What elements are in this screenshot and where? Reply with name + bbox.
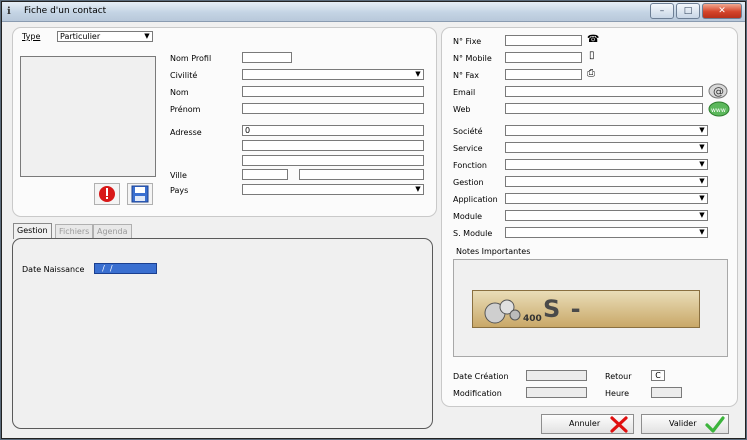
at-sign-icon[interactable]: @ (708, 83, 728, 99)
sous-module-select[interactable]: ▼ (505, 227, 708, 238)
web-label: Web (453, 105, 471, 114)
tab-agenda[interactable]: Agenda (93, 224, 132, 239)
green-check-icon (705, 416, 725, 433)
gestion-select[interactable]: ▼ (505, 176, 708, 187)
tab-gestion[interactable]: Gestion (13, 223, 52, 239)
title-bar[interactable]: ℹ Fiche d'un contact – □ ✕ (2, 2, 745, 22)
logo-swirl-icon (484, 299, 521, 324)
minimize-button[interactable]: – (650, 3, 674, 19)
code-postal-field[interactable] (242, 169, 288, 180)
save-button[interactable] (127, 183, 153, 205)
fixe-label: N° Fixe (453, 37, 482, 46)
ville-field[interactable] (299, 169, 424, 180)
application-select[interactable]: ▼ (505, 193, 708, 204)
nom-label: Nom (170, 88, 189, 97)
heure-label: Heure (605, 389, 630, 398)
civilite-select[interactable]: ▼ (242, 69, 424, 80)
chevron-down-icon: ▼ (415, 185, 421, 193)
logo-text: S - Contact (543, 295, 654, 327)
adresse-label: Adresse (170, 128, 202, 137)
prenom-label: Prénom (170, 105, 201, 114)
nom-field[interactable] (242, 86, 424, 97)
fonction-label: Fonction (453, 161, 488, 170)
chevron-down-icon: ▼ (699, 160, 705, 168)
societe-label: Société (453, 127, 483, 136)
societe-select[interactable]: ▼ (505, 125, 708, 136)
adresse-line-1[interactable]: 0 (242, 125, 424, 136)
validate-button[interactable]: Valider (641, 414, 729, 434)
civilite-label: Civilité (170, 71, 198, 80)
floppy-disk-icon (131, 185, 149, 203)
chevron-down-icon: ▼ (415, 70, 421, 78)
fax-label: N° Fax (453, 71, 480, 80)
chevron-down-icon: ▼ (699, 177, 705, 185)
svg-text:www: www (711, 107, 726, 114)
cancel-label: Annuler (569, 419, 601, 428)
notes-label: Notes Importantes (456, 247, 531, 256)
retour-label: Retour (605, 372, 632, 381)
mobile-phone-icon: ▯ (589, 50, 595, 61)
maximize-button[interactable]: □ (676, 3, 700, 19)
photo-frame[interactable] (20, 56, 156, 177)
close-button[interactable]: ✕ (702, 3, 742, 19)
application-label: Application (453, 195, 498, 204)
mobile-label: N° Mobile (453, 54, 492, 63)
gestion-label: Gestion (453, 178, 484, 187)
validate-label: Valider (669, 419, 697, 428)
red-x-icon (610, 416, 628, 433)
service-select[interactable]: ▼ (505, 142, 708, 153)
www-icon[interactable]: www (708, 101, 730, 117)
contact-window: ℹ Fiche d'un contact – □ ✕ Type Particul… (0, 0, 747, 440)
type-label: Type (22, 32, 41, 41)
s-contact-logo: 400 S - Contact (472, 290, 700, 328)
logo-sub-text: 400 (523, 314, 542, 324)
chevron-down-icon: ▼ (699, 143, 705, 151)
sous-module-label: S. Module (453, 229, 493, 238)
contact-app-icon: ℹ (7, 6, 11, 17)
module-label: Module (453, 212, 483, 221)
chevron-down-icon: ▼ (699, 194, 705, 202)
svg-text:@: @ (713, 85, 724, 98)
phone-icon: ☎ (587, 34, 600, 45)
nom-profil-label: Nom Profil (170, 54, 212, 63)
tab-fichiers[interactable]: Fichiers (55, 224, 94, 239)
mobile-field[interactable] (505, 52, 582, 63)
chevron-down-icon: ▼ (699, 126, 705, 134)
heure-field (651, 387, 682, 398)
pays-select[interactable]: ▼ (242, 184, 424, 195)
date-creation-label: Date Création (453, 372, 509, 381)
fonction-select[interactable]: ▼ (505, 159, 708, 170)
web-field[interactable] (505, 103, 703, 114)
date-naissance-field[interactable]: / / (94, 263, 157, 274)
prenom-field[interactable] (242, 103, 424, 114)
alert-button[interactable] (94, 183, 120, 205)
service-label: Service (453, 144, 483, 153)
chevron-down-icon: ▼ (699, 211, 705, 219)
alert-icon (99, 186, 115, 202)
ville-label: Ville (170, 171, 187, 180)
window-title: Fiche d'un contact (24, 6, 107, 16)
date-naissance-label: Date Naissance (22, 265, 85, 274)
retour-field[interactable]: C (651, 370, 665, 381)
cancel-button[interactable]: Annuler (541, 414, 634, 434)
modification-field (526, 387, 587, 398)
email-field[interactable] (505, 86, 703, 97)
type-select-value: Particulier (60, 32, 101, 41)
adresse-line-2[interactable] (242, 140, 424, 151)
adresse-line-3[interactable] (242, 155, 424, 166)
fax-icon: ⎙ (587, 68, 595, 79)
chevron-down-icon: ▼ (144, 32, 150, 40)
email-label: Email (453, 88, 476, 97)
date-creation-field (526, 370, 587, 381)
fax-field[interactable] (505, 69, 582, 80)
module-select[interactable]: ▼ (505, 210, 708, 221)
pays-label: Pays (170, 186, 189, 195)
modification-label: Modification (453, 389, 502, 398)
fixe-field[interactable] (505, 35, 582, 46)
chevron-down-icon: ▼ (699, 228, 705, 236)
type-select[interactable]: Particulier ▼ (57, 31, 153, 42)
nom-profil-field[interactable] (242, 52, 292, 63)
